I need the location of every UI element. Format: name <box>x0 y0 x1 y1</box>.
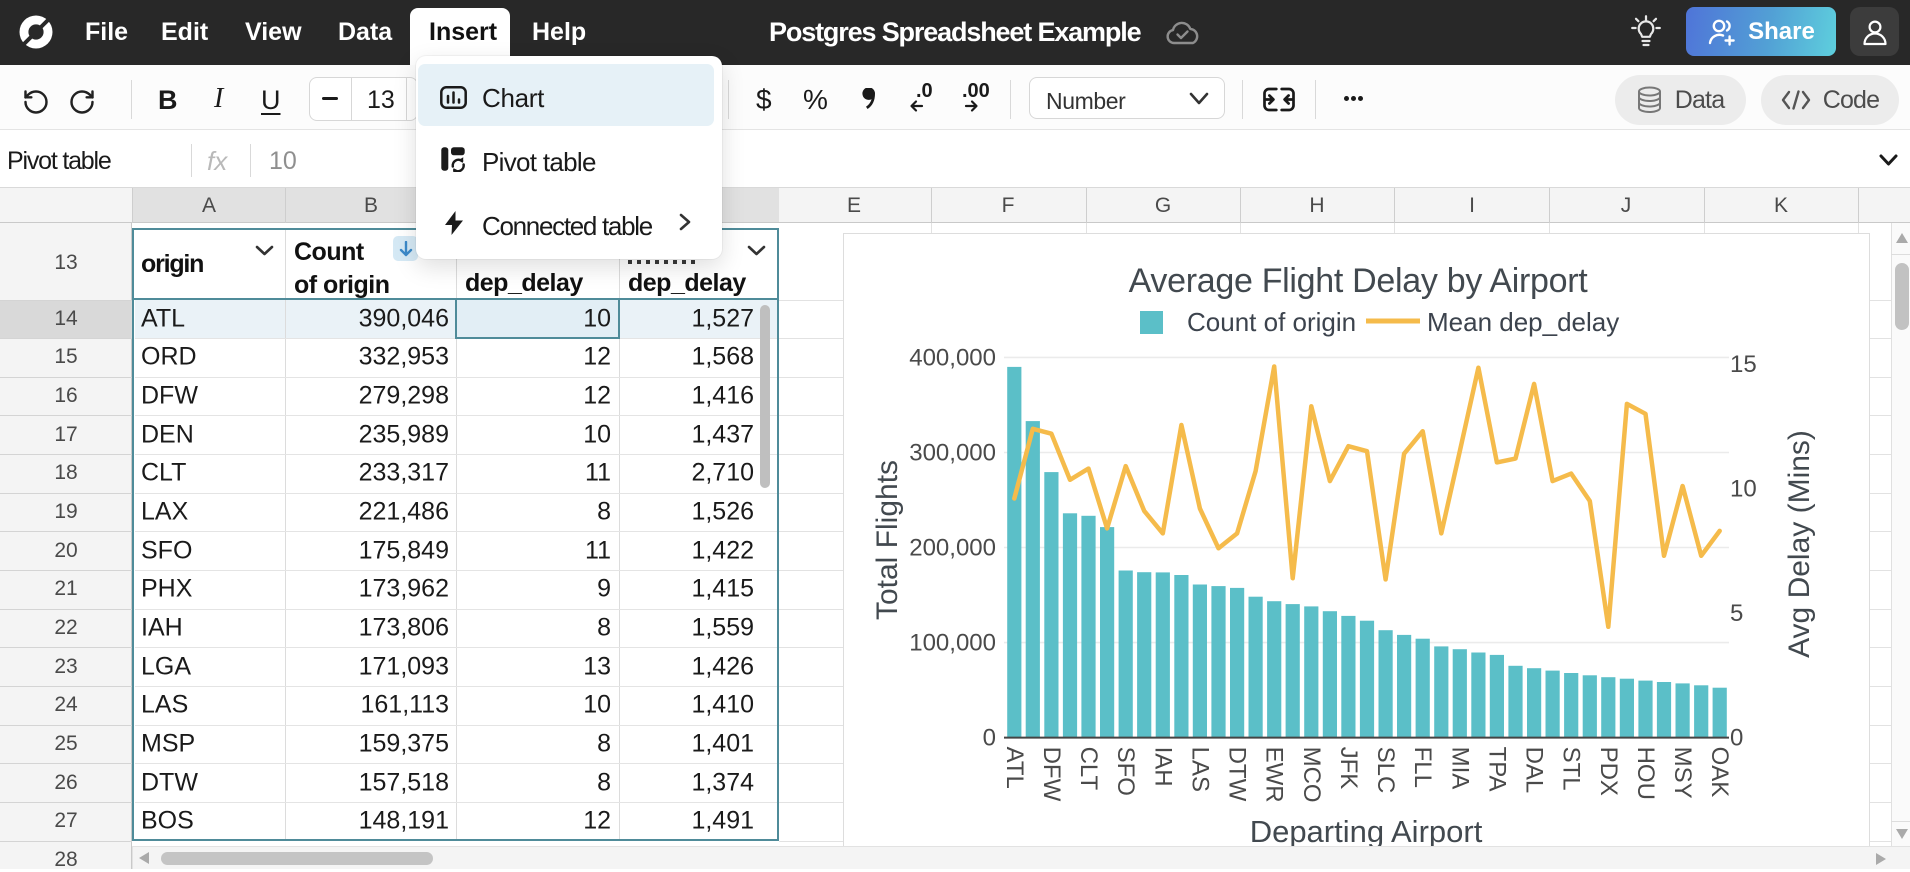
svg-text:MIA: MIA <box>1446 747 1473 790</box>
svg-text:FLL: FLL <box>1409 747 1436 788</box>
svg-text:TPA: TPA <box>1483 747 1510 792</box>
svg-text:200,000: 200,000 <box>909 535 996 562</box>
svg-text:JFK: JFK <box>1335 747 1362 790</box>
svg-text:LAS: LAS <box>1186 747 1213 792</box>
svg-text:DFW: DFW <box>1038 747 1065 802</box>
svg-text:DTW: DTW <box>1224 747 1251 802</box>
svg-text:Departing Airport: Departing Airport <box>1250 814 1483 849</box>
svg-text:OAK: OAK <box>1706 747 1733 798</box>
svg-text:SLC: SLC <box>1372 747 1399 794</box>
svg-text:10: 10 <box>1730 476 1757 503</box>
svg-text:EWR: EWR <box>1261 747 1288 803</box>
svg-text:Mean dep_delay: Mean dep_delay <box>1427 307 1619 337</box>
svg-text:CLT: CLT <box>1075 747 1102 791</box>
svg-text:SFO: SFO <box>1112 747 1139 796</box>
svg-text:IAH: IAH <box>1149 747 1176 787</box>
svg-text:Count of origin: Count of origin <box>1187 307 1356 337</box>
svg-text:Avg Delay (Mins): Avg Delay (Mins) <box>1783 430 1816 658</box>
svg-text:5: 5 <box>1730 600 1743 627</box>
svg-text:400,000: 400,000 <box>909 344 996 371</box>
svg-text:Average Flight Delay by Airpor: Average Flight Delay by Airport <box>1129 262 1589 300</box>
svg-text:MSY: MSY <box>1669 747 1696 799</box>
svg-text:DAL: DAL <box>1521 747 1548 794</box>
svg-text:MCO: MCO <box>1298 747 1325 803</box>
svg-text:100,000: 100,000 <box>909 630 996 657</box>
svg-text:PDX: PDX <box>1595 747 1622 796</box>
svg-text:.0: .0 <box>916 83 933 102</box>
svg-text:HOU: HOU <box>1632 747 1659 800</box>
svg-text:ATL: ATL <box>1001 747 1028 789</box>
svg-text:300,000: 300,000 <box>909 440 996 467</box>
svg-text:0: 0 <box>983 725 996 752</box>
svg-text:.00: .00 <box>962 83 990 102</box>
svg-text:15: 15 <box>1730 351 1757 378</box>
svg-text:Total Flights: Total Flights <box>871 460 904 620</box>
svg-text:STL: STL <box>1558 747 1585 791</box>
